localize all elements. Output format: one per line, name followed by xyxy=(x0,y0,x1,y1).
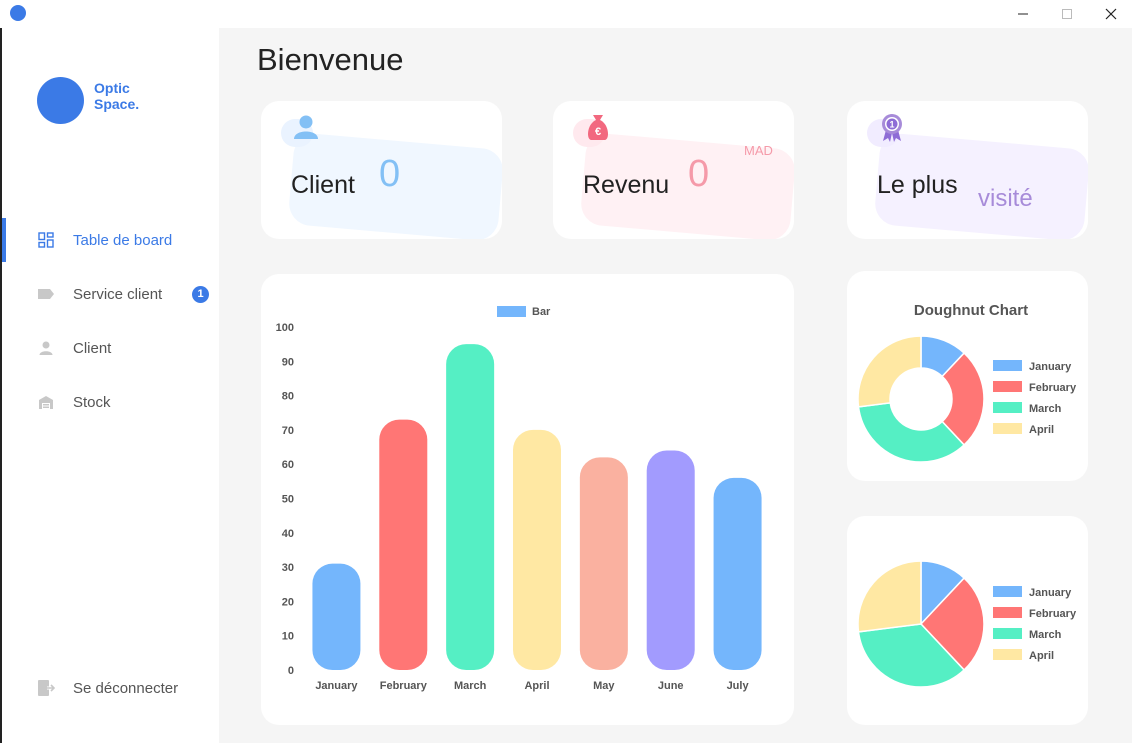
stat-card-client: Client 0 xyxy=(261,101,502,239)
y-tick-label: 40 xyxy=(282,528,294,540)
bar xyxy=(713,477,762,670)
sidebar-item-label: Client xyxy=(73,339,112,357)
money-bag-icon: € xyxy=(588,115,608,140)
y-tick-label: 50 xyxy=(282,494,294,506)
brand-name: Optic Space. xyxy=(94,80,139,112)
close-button[interactable] xyxy=(1088,0,1132,28)
sidebar-item-label: Stock xyxy=(73,393,111,411)
sidebar: Optic Space. Table de board Service clie… xyxy=(0,28,219,743)
legend-label: March xyxy=(1029,629,1062,641)
dashboard-icon xyxy=(37,231,55,249)
legend-label: April xyxy=(1029,424,1054,436)
x-tick-label: April xyxy=(524,680,549,692)
tag-icon xyxy=(37,285,55,303)
stat-unit: MAD xyxy=(744,143,773,158)
brand-line-1: Optic xyxy=(94,80,130,96)
logout-label: Se déconnecter xyxy=(73,679,179,697)
legend-swatch xyxy=(497,306,526,317)
legend-swatch xyxy=(993,628,1022,639)
bar xyxy=(379,419,428,670)
stat-value: 0 xyxy=(379,153,401,195)
pie-chart: January February March April xyxy=(857,560,1077,688)
bar xyxy=(513,429,561,670)
sidebar-item-label: Table de board xyxy=(73,231,173,249)
close-icon xyxy=(1105,8,1117,20)
legend-label: March xyxy=(1029,403,1062,415)
x-tick-label: July xyxy=(727,680,750,692)
legend-label: April xyxy=(1029,650,1054,662)
brand-line-2: Space. xyxy=(94,96,140,112)
pie-slice xyxy=(857,402,966,463)
app-icon xyxy=(10,5,26,21)
bar xyxy=(312,563,361,670)
legend-swatch xyxy=(993,607,1022,618)
y-tick-label: 0 xyxy=(288,665,294,677)
stat-card-revenu: € Revenu 0 MAD xyxy=(553,101,794,239)
stat-label: Revenu xyxy=(583,171,670,199)
logout-icon xyxy=(37,679,55,697)
svg-text:€: € xyxy=(595,126,601,138)
minimize-icon xyxy=(1018,13,1028,15)
y-tick-label: 100 xyxy=(276,322,294,334)
maximize-icon xyxy=(1062,9,1072,19)
legend-swatch xyxy=(993,360,1022,371)
award-icon: 1 xyxy=(882,114,902,142)
pie-slice xyxy=(857,335,922,408)
legend-swatch xyxy=(993,381,1022,392)
legend-swatch xyxy=(993,586,1022,597)
y-tick-label: 80 xyxy=(282,391,294,403)
stat-value: 0 xyxy=(688,153,710,195)
bar xyxy=(579,457,628,670)
legend-label: February xyxy=(1029,608,1077,620)
x-tick-label: March xyxy=(454,680,487,692)
person-icon xyxy=(37,339,55,357)
pie-chart-card: January February March April xyxy=(847,516,1088,725)
window-titlebar xyxy=(0,0,1132,28)
notification-badge: 1 xyxy=(192,285,209,303)
stat-label: Client xyxy=(291,171,355,199)
bar-chart-card: Bar 100 90 80 70 60 50 40 30 20 10 0 January February… xyxy=(261,274,794,725)
legend-swatch xyxy=(993,423,1022,434)
sidebar-item-label: Service client xyxy=(73,285,163,303)
y-tick-label: 10 xyxy=(282,631,294,643)
logout-button[interactable]: Se déconnecter xyxy=(2,666,219,710)
bar-chart: Bar1009080706050403020100January February… xyxy=(276,306,762,692)
pie-slice xyxy=(857,560,922,633)
x-tick-label: May xyxy=(593,680,615,692)
legend-label: February xyxy=(1029,382,1077,394)
sidebar-item-table-de-board[interactable]: Table de board xyxy=(2,218,219,262)
chart-title: Doughnut Chart xyxy=(914,302,1028,319)
minimize-button[interactable] xyxy=(1000,0,1046,28)
x-tick-label: February xyxy=(380,680,428,692)
bar xyxy=(446,344,495,670)
warehouse-icon xyxy=(37,393,55,411)
doughnut-chart: Doughnut Chart January February March April xyxy=(857,302,1077,463)
svg-text:1: 1 xyxy=(889,120,894,130)
legend-label: January xyxy=(1029,361,1072,373)
legend-label: Bar xyxy=(532,306,551,318)
sidebar-item-service-client[interactable]: Service client 1 xyxy=(2,272,219,316)
legend-swatch xyxy=(993,402,1022,413)
y-tick-label: 30 xyxy=(282,562,294,574)
maximize-button[interactable] xyxy=(1044,0,1090,28)
page-title: Bienvenue xyxy=(257,42,404,77)
legend-swatch xyxy=(993,649,1022,660)
user-icon xyxy=(294,115,318,139)
stat-label: Le plus xyxy=(877,171,958,199)
logo xyxy=(37,77,84,124)
y-tick-label: 20 xyxy=(282,596,294,608)
stat-value: visité xyxy=(978,185,1033,212)
stat-card-most-visited: 1 Le plus visité xyxy=(847,101,1088,239)
sidebar-item-stock[interactable]: Stock xyxy=(2,380,219,424)
y-tick-label: 70 xyxy=(282,425,294,437)
bar xyxy=(646,450,695,670)
y-tick-label: 90 xyxy=(282,356,294,368)
y-tick-label: 60 xyxy=(282,459,294,471)
sidebar-item-client[interactable]: Client xyxy=(2,326,219,370)
legend-label: January xyxy=(1029,587,1072,599)
x-tick-label: January xyxy=(315,680,358,692)
doughnut-chart-card: Doughnut Chart January February March April xyxy=(847,271,1088,481)
x-tick-label: June xyxy=(658,680,684,692)
